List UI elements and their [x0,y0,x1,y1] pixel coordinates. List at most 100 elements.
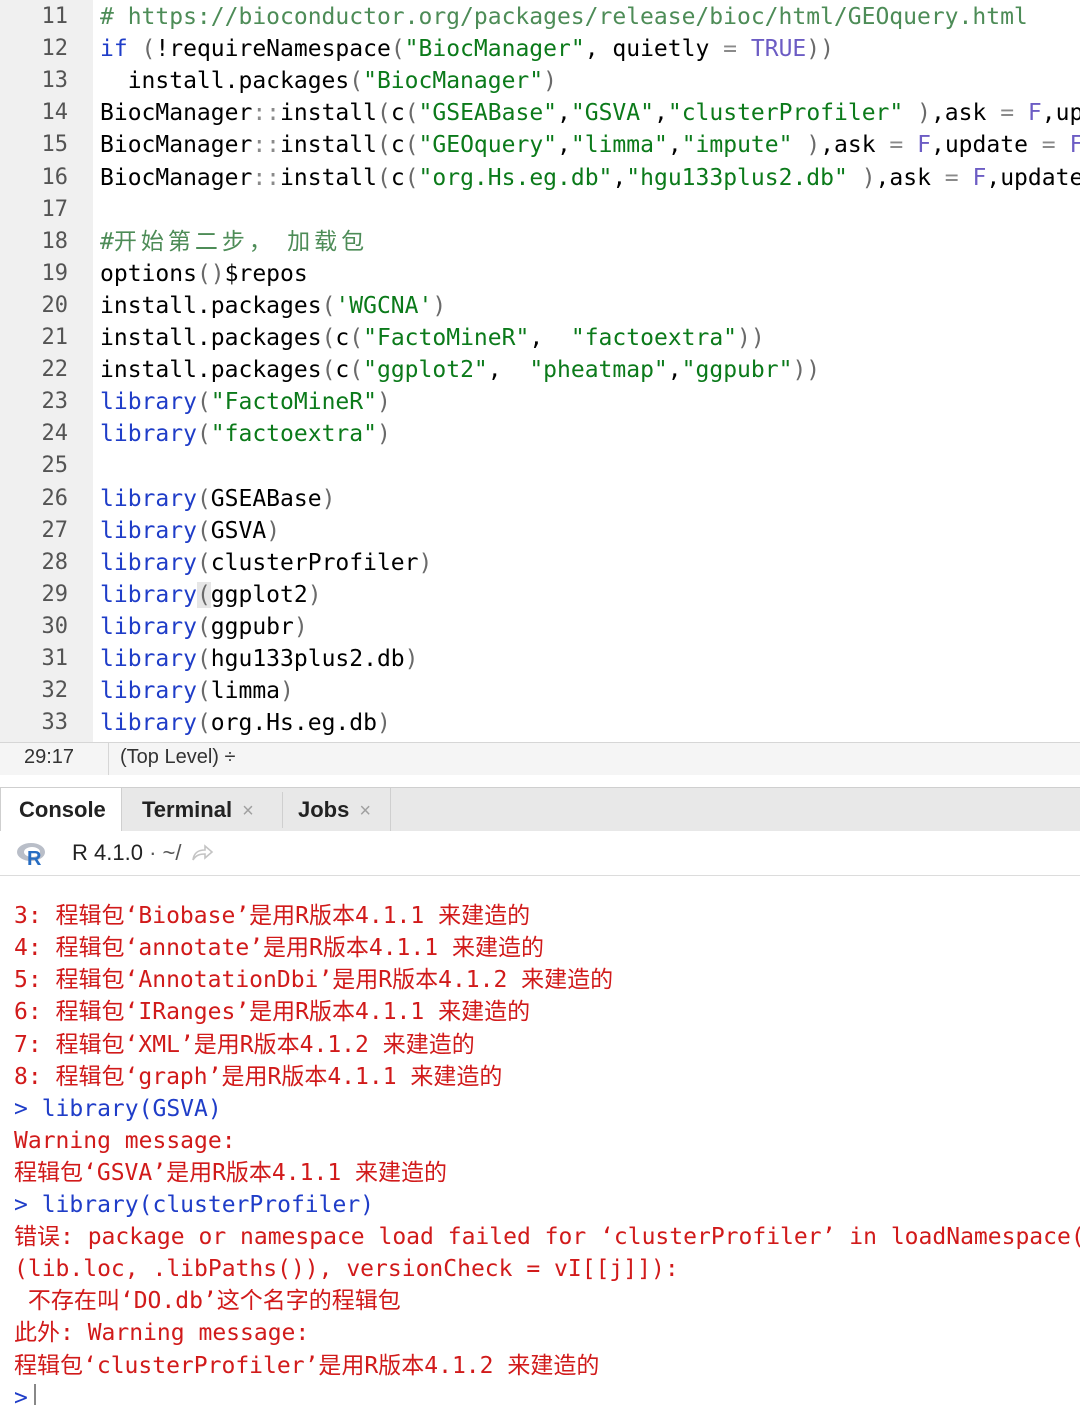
scope-selector[interactable]: (Top Level) ÷ [120,746,235,769]
code-token: = [944,164,959,191]
code-line[interactable]: 28 library(clusterProfiler) [0,547,1080,579]
code-text: options()$repos [100,258,308,290]
code-token: , [653,100,668,127]
code-token: c [335,325,350,351]
console-message: (lib.loc, .libPaths()), versionCheck = v… [14,1256,679,1283]
code-text: install.packages(c("ggplot2", "pheatmap"… [100,354,820,386]
code-token: install.packages [100,325,322,351]
console-message: 程辑包‘clusterProfiler’是用R版本4.1.2 来建造的 [14,1352,600,1379]
code-line[interactable]: 18 #开始第二步， 加载包 [0,226,1080,258]
console-prompt[interactable]: > [14,1382,36,1405]
code-token: ( [376,132,391,159]
code-token: "GSEABase" [418,100,558,127]
code-token: !requireNamespace [155,36,391,63]
close-icon[interactable]: × [359,800,371,822]
code-token: ( [404,164,419,191]
code-line[interactable]: 14 BiocManager::install(c("GSEABase","GSV… [0,97,1080,129]
code-line[interactable]: 15 BiocManager::install(c("GEOquery","lim… [0,129,1080,161]
code-token: ,ask [930,100,1001,127]
code-token: ( [196,421,211,448]
line-number: 29 [41,581,69,607]
code-token: library [100,613,197,640]
code-token: ( [196,517,211,544]
code-line[interactable]: 20 install.packages('WGCNA') [0,290,1080,322]
code-line[interactable]: 12 if (!requireNamespace("BiocManager", q… [0,33,1080,65]
code-line[interactable]: 21 install.packages(c("FactoMineR", "fact… [0,322,1080,354]
line-number: 15 [41,132,69,158]
code-line[interactable]: 19 options()$repos [0,258,1080,290]
close-icon[interactable]: × [242,800,254,822]
tab-console-label: Console [19,797,106,822]
pane-splitter[interactable] [0,775,1080,787]
code-token: ) [376,710,391,737]
console-message: 8: 程辑包‘graph’是用R版本4.1.1 来建造的 [14,1063,503,1090]
code-token: 开始第二步， 加载包 [113,228,369,255]
line-number: 25 [41,453,69,479]
code-line[interactable]: 27 library(GSVA) [0,515,1080,547]
code-token: ) [321,485,336,512]
status-divider [108,743,109,775]
code-token: )) [806,36,834,63]
code-token: c [390,100,405,127]
code-line[interactable]: 17 [0,194,1080,226]
code-token: ( [321,357,336,384]
code-text: if (!requireNamespace("BiocManager", qui… [100,33,834,65]
code-token: install [280,132,377,159]
code-token: :: [252,164,281,191]
console-message: 不存在叫‘DO.db’这个名字的程辑包 [14,1288,401,1315]
tab-console[interactable]: Console [0,788,122,832]
code-editor[interactable]: 11 # https://bioconductor.org/packages/re… [0,0,1080,742]
code-line[interactable]: 16 BiocManager::install(c("org.Hs.eg.db",… [0,162,1080,194]
code-token: library [100,549,197,576]
code-token: "impute" [681,132,793,159]
code-text: library(clusterProfiler) [100,547,432,579]
tab-terminal[interactable]: Terminal × [142,788,272,832]
working-directory[interactable]: · ~/ [149,840,181,865]
code-text: library(GSVA) [100,515,280,547]
code-token: "factoextra" [570,325,738,351]
code-token: "hgu133plus2.db" [626,164,848,191]
code-line[interactable]: 24 library("factoextra") [0,418,1080,450]
line-number: 14 [41,100,69,126]
console-output[interactable]: 2: 程辑包‘BiocGenerics’是用R版本4.1.1 来建造的 3: 程辑… [0,876,1080,1405]
line-number: 32 [41,678,69,704]
code-text: library("factoextra") [100,418,391,450]
code-line[interactable]: 22 install.packages(c("ggplot2", "pheatma… [0,354,1080,386]
code-token: library [100,710,197,737]
code-token: ,update [930,132,1042,159]
code-line[interactable]: 23 library("FactoMineR") [0,386,1080,418]
code-token: ( [404,100,419,127]
code-token: "GSVA" [570,100,654,127]
line-number: 11 [41,4,69,29]
code-token: clusterProfiler [210,549,419,576]
code-text: BiocManager::install(c("GSEABase","GSVA"… [100,97,1080,129]
code-token: "BiocManager" [404,36,585,63]
code-line[interactable]: 29 library(ggplot2) [0,579,1080,611]
code-token: "BiocManager" [363,68,544,95]
code-token: ,update [986,164,1080,191]
line-number: 19 [41,260,69,286]
code-line[interactable]: 31 library(hgu133plus2.db) [0,643,1080,675]
code-token: ) [376,389,391,416]
code-token: ( [321,292,336,319]
code-line[interactable]: 13 install.packages("BiocManager") [0,65,1080,97]
code-line[interactable]: 32 library(limma) [0,675,1080,707]
code-token: # [100,228,114,255]
code-line[interactable]: 33 library(org.Hs.eg.db) [0,707,1080,739]
code-line[interactable]: 11 # https://bioconductor.org/packages/re… [0,1,1080,33]
code-token: () [196,260,225,287]
code-token: ( [196,581,211,608]
code-token: ) [792,132,821,159]
code-token: "FactoMineR" [210,389,377,416]
code-line[interactable]: 25 [0,450,1080,482]
line-number: 27 [41,517,69,543]
code-token: org.Hs.eg.db [210,710,377,737]
code-line[interactable]: 26 library(GSEABase) [0,483,1080,515]
code-token: BiocManager [100,164,253,191]
code-line[interactable]: 30 library(ggpubr) [0,611,1080,643]
forward-arrow-icon[interactable] [190,843,214,863]
tab-jobs[interactable]: Jobs × [298,788,388,832]
code-token: ( [349,357,364,384]
tab-terminal-label: Terminal [142,797,233,822]
line-number: 30 [41,613,69,639]
